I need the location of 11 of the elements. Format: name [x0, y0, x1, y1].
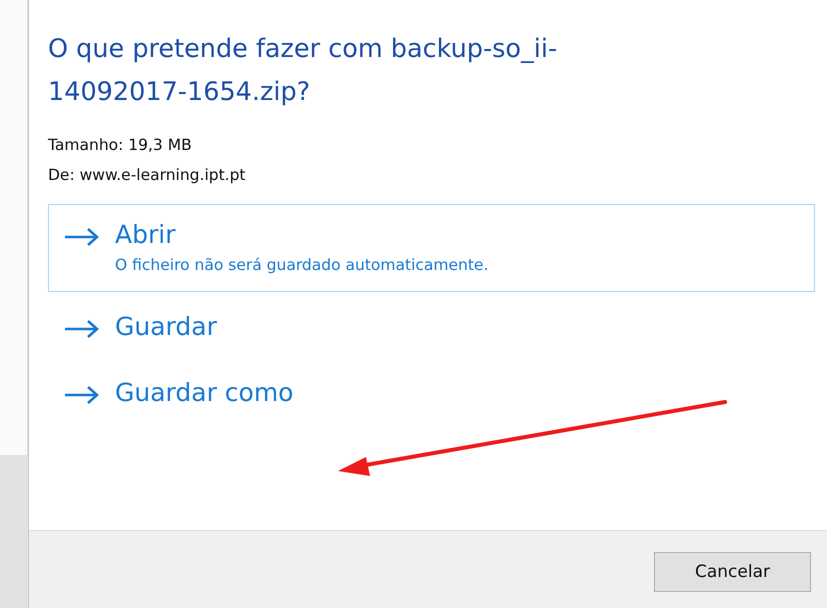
option-button[interactable]: Guardar como: [48, 362, 815, 424]
option-button[interactable]: Abrir O ficheiro não será guardado automaticamente.: [48, 204, 815, 292]
arrow-right-icon: [63, 227, 101, 247]
option-button[interactable]: Guardar: [48, 296, 815, 358]
arrow-right-icon: [63, 319, 101, 339]
arrow-right-icon: [63, 385, 101, 405]
file-detail: Tamanho: 19,3 MB: [48, 135, 193, 156]
cancel-button[interactable]: Cancelar: [654, 552, 811, 592]
dialog-title: O que pretende fazer com backup-so_ii-14092017-1654.zip?: [48, 33, 558, 109]
file-detail: De: www.e-learning.ipt.pt: [48, 165, 247, 186]
option-description: O ficheiro não será guardado automaticamente.: [115, 255, 488, 276]
